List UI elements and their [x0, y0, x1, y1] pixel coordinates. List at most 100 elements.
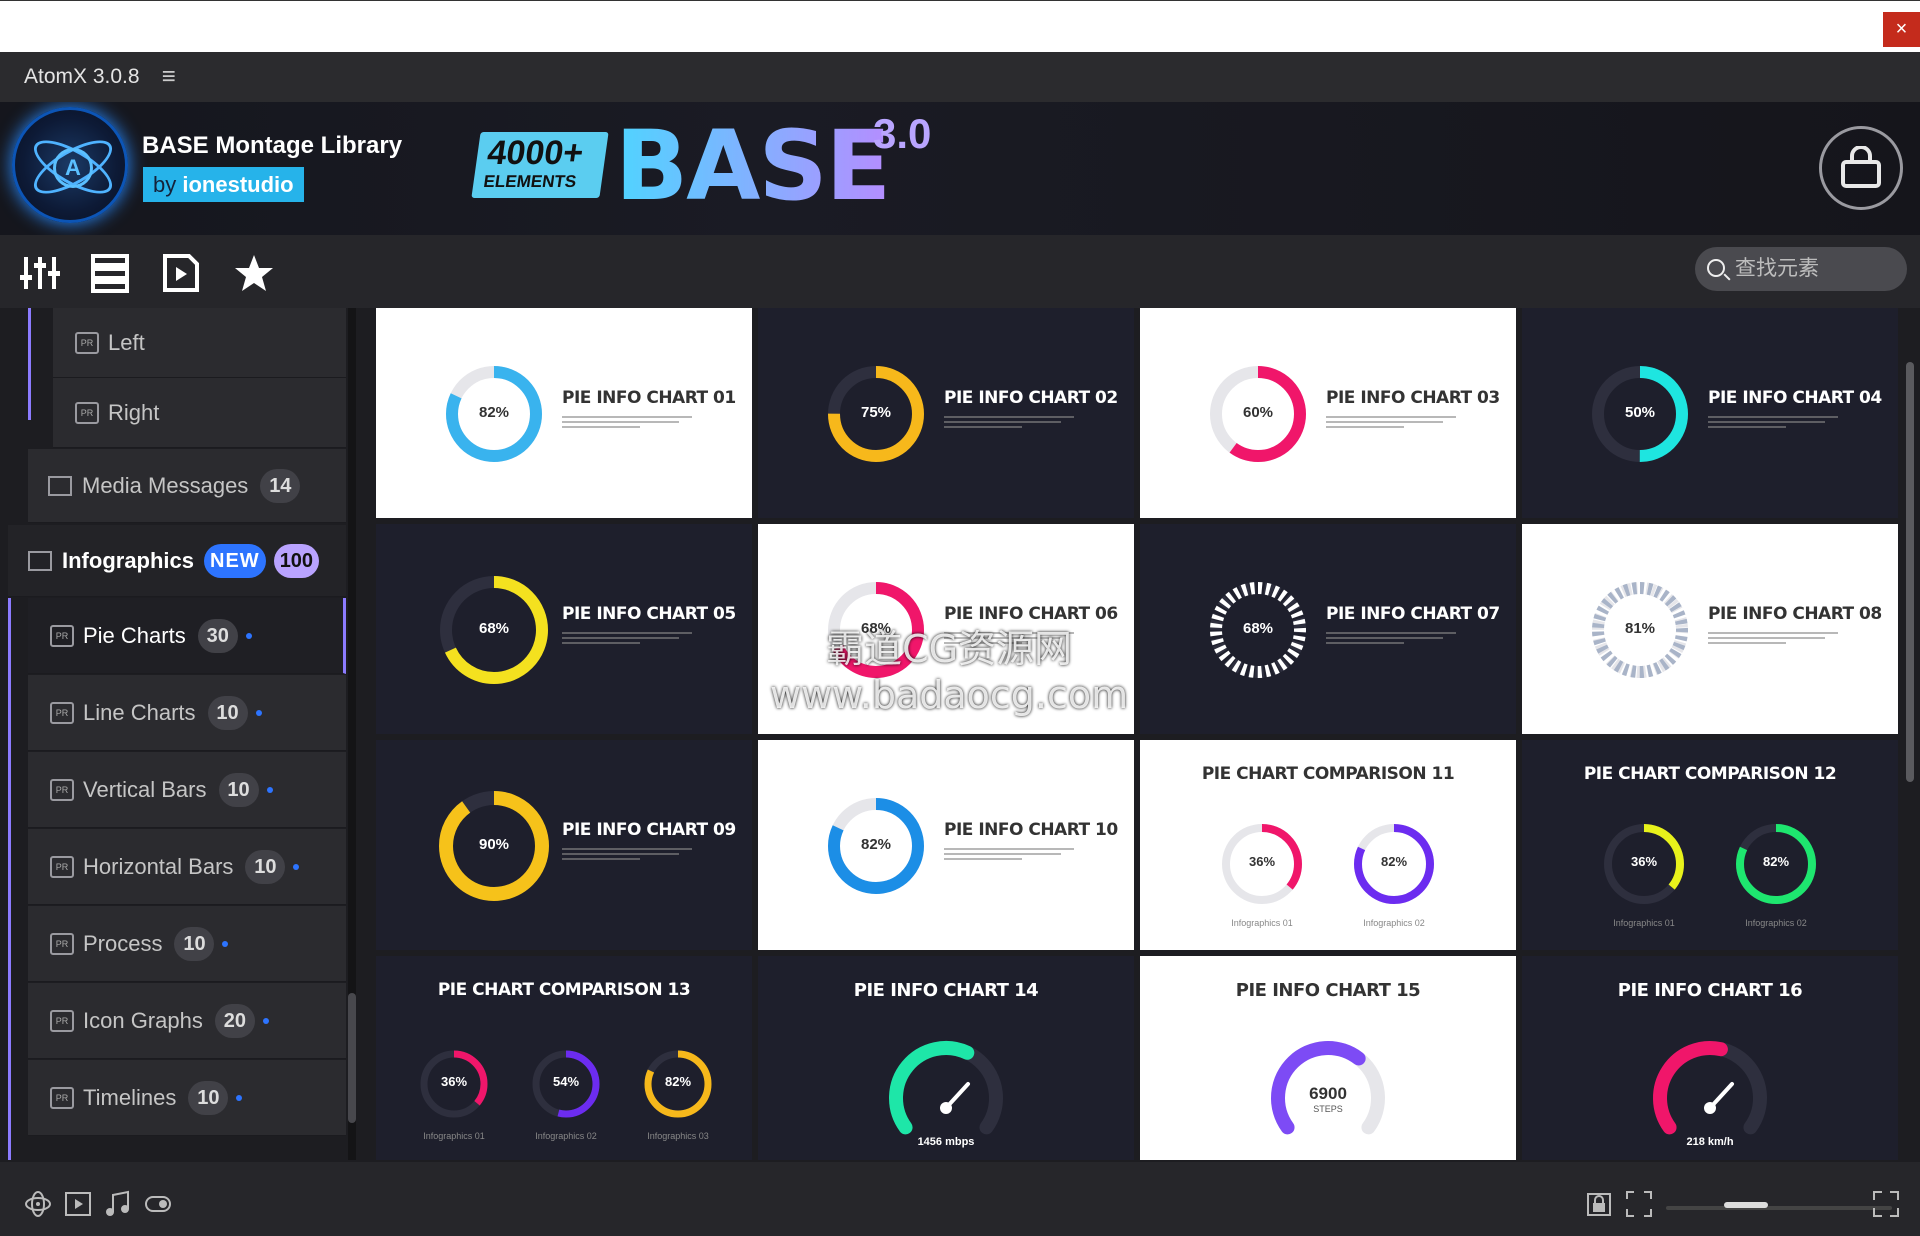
play-file-icon[interactable]	[161, 253, 201, 293]
item-count-badge: 10	[218, 772, 259, 807]
percent-label: 82%	[478, 404, 510, 421]
grid-scrollbar[interactable]	[1906, 362, 1914, 782]
sidebar-item-infographics[interactable]: Infographics NEW 100	[8, 525, 346, 597]
window-titlebar: ×	[0, 0, 1920, 52]
library-author[interactable]: by ionestudio	[143, 167, 304, 202]
template-card[interactable]: PIE INFO CHART 07 68%	[1140, 524, 1516, 734]
toggle-icon[interactable]	[144, 1190, 172, 1218]
list-icon[interactable]	[90, 253, 130, 293]
percent-label: 75%	[860, 404, 892, 421]
percent-label: 68%	[860, 620, 892, 637]
status-dot	[236, 1094, 243, 1101]
item-count-badge: 20	[214, 1003, 255, 1038]
template-card[interactable]: PIE INFO CHART 10 82%	[758, 740, 1134, 950]
fit-screen-icon[interactable]	[1625, 1190, 1653, 1218]
star-icon[interactable]	[234, 253, 274, 293]
lock-icon[interactable]	[1585, 1190, 1613, 1218]
new-badge: NEW	[204, 543, 266, 578]
sidebar-item-media-messages[interactable]: Media Messages 14	[28, 449, 346, 523]
sidebar-scrollbar[interactable]	[348, 308, 356, 1160]
status-dot	[245, 632, 252, 639]
item-count-badge: 10	[245, 849, 286, 884]
card-title: PIE CHART COMPARISON 11	[1201, 764, 1455, 784]
slider-knob[interactable]	[1724, 1202, 1768, 1208]
template-card[interactable]: PIE INFO CHART 01 82%	[376, 308, 752, 518]
card-title: PIE INFO CHART 14	[853, 980, 1039, 1001]
card-title: PIE INFO CHART 05	[562, 604, 736, 624]
chart-preview	[439, 791, 549, 901]
template-card[interactable]: PIE INFO CHART 02 75%	[758, 308, 1134, 518]
percent-label: 36%	[1630, 854, 1658, 869]
status-dot	[293, 863, 300, 870]
sidebar-item-pie-charts[interactable]: PR Pie Charts 30	[28, 598, 346, 674]
card-title: PIE INFO CHART 08	[1708, 604, 1882, 624]
template-card[interactable]: PIE INFO CHART 05 68%	[376, 524, 752, 734]
chart-preview	[1210, 366, 1306, 462]
status-dot	[262, 1017, 269, 1024]
item-count-badge: 30	[197, 618, 238, 653]
card-title: PIE INFO CHART 04	[1708, 388, 1882, 408]
item-count-badge: 10	[188, 1080, 229, 1115]
series-label: Infographics 02	[1745, 918, 1807, 928]
music-icon[interactable]	[104, 1190, 132, 1218]
premiere-file-icon: PR	[50, 624, 74, 647]
card-title: PIE INFO CHART 06	[944, 604, 1118, 624]
folder-icon	[48, 475, 72, 496]
item-count-badge: 10	[174, 926, 215, 961]
sidebar-item-horizontal-bars[interactable]: PR Horizontal Bars 10	[28, 829, 346, 905]
chart-preview	[1592, 366, 1688, 462]
expand-icon[interactable]	[1872, 1190, 1900, 1218]
template-card[interactable]: PIE INFO CHART 16 218 km/h	[1522, 956, 1898, 1160]
app-title: AtomX 3.0.8	[24, 65, 140, 88]
series-label: Infographics 01	[1613, 918, 1675, 928]
thumbnail-size-slider[interactable]	[1666, 1202, 1892, 1210]
percent-label: 82%	[1762, 854, 1790, 869]
premiere-file-icon: PR	[50, 778, 74, 801]
video-icon[interactable]	[64, 1190, 92, 1218]
category-sidebar: PR Left PR Right Media Messages 14 Infog…	[0, 308, 358, 1160]
sidebar-item-icon-graphs[interactable]: PR Icon Graphs 20	[28, 983, 346, 1059]
percent-label: 36%	[1248, 854, 1276, 869]
close-button[interactable]: ×	[1883, 12, 1920, 47]
item-count-badge: 10	[207, 695, 248, 730]
template-card[interactable]: PIE INFO CHART 06 68%	[758, 524, 1134, 734]
template-card[interactable]: PIE CHART COMPARISON 12 36% Infographics 0…	[1522, 740, 1898, 950]
shopping-bag-button[interactable]	[1819, 126, 1903, 210]
card-title: PIE INFO CHART 16	[1617, 980, 1803, 1001]
hamburger-menu-icon[interactable]: ≡	[162, 63, 176, 91]
sidebar-item-line-charts[interactable]: PR Line Charts 10	[28, 675, 346, 751]
gauge-readout: 1456 mbps	[917, 1136, 975, 1148]
search-input[interactable]: 查找元素	[1695, 247, 1907, 291]
sidebar-item-left[interactable]: PR Left	[53, 308, 346, 378]
percent-label: 82%	[860, 836, 892, 853]
atom-small-icon[interactable]	[24, 1190, 52, 1218]
premiere-file-icon: PR	[75, 401, 99, 424]
sidebar-item-process[interactable]: PR Process 10	[28, 906, 346, 982]
library-banner: A BASE Montage Library by ionestudio 400…	[0, 102, 1920, 235]
template-card[interactable]: PIE INFO CHART 04 50%	[1522, 308, 1898, 518]
template-card[interactable]: PIE CHART COMPARISON 11 36% Infographics 0…	[1140, 740, 1516, 950]
app-window: AtomX 3.0.8 ≡ A BASE Montage Library by …	[0, 52, 1920, 1236]
template-grid: PIE INFO CHART 01 82% PIE INFO CHART 02 75%…	[376, 308, 1900, 1160]
gauge-readout: 218 km/h	[1686, 1136, 1734, 1148]
search-icon	[1707, 259, 1725, 277]
series-label: Infographics 01	[423, 1131, 485, 1141]
template-card[interactable]: PIE INFO CHART 15 6900 STEPS	[1140, 956, 1516, 1160]
template-card[interactable]: PIE INFO CHART 08 81%	[1522, 524, 1898, 734]
card-title: PIE INFO CHART 15	[1235, 980, 1421, 1001]
template-card[interactable]: PIE CHART COMPARISON 13 36% Infographics 0…	[376, 956, 752, 1160]
card-title: PIE INFO CHART 10	[944, 820, 1118, 840]
series-label: Infographics 02	[1363, 918, 1425, 928]
sliders-icon[interactable]	[20, 253, 60, 293]
template-card[interactable]: PIE INFO CHART 03 60%	[1140, 308, 1516, 518]
status-dot	[222, 940, 229, 947]
elements-badge: 4000+ ELEMENTS	[471, 132, 609, 198]
sidebar-item-timelines[interactable]: PR Timelines 10	[28, 1060, 346, 1136]
card-title: PIE INFO CHART 07	[1326, 604, 1500, 624]
template-card[interactable]: PIE INFO CHART 14 1456 mbps	[758, 956, 1134, 1160]
percent-label: 90%	[478, 836, 510, 853]
sidebar-item-right[interactable]: PR Right	[53, 378, 346, 448]
percent-label: 54%	[552, 1074, 580, 1089]
sidebar-item-vertical-bars[interactable]: PR Vertical Bars 10	[28, 752, 346, 828]
template-card[interactable]: PIE INFO CHART 09 90%	[376, 740, 752, 950]
